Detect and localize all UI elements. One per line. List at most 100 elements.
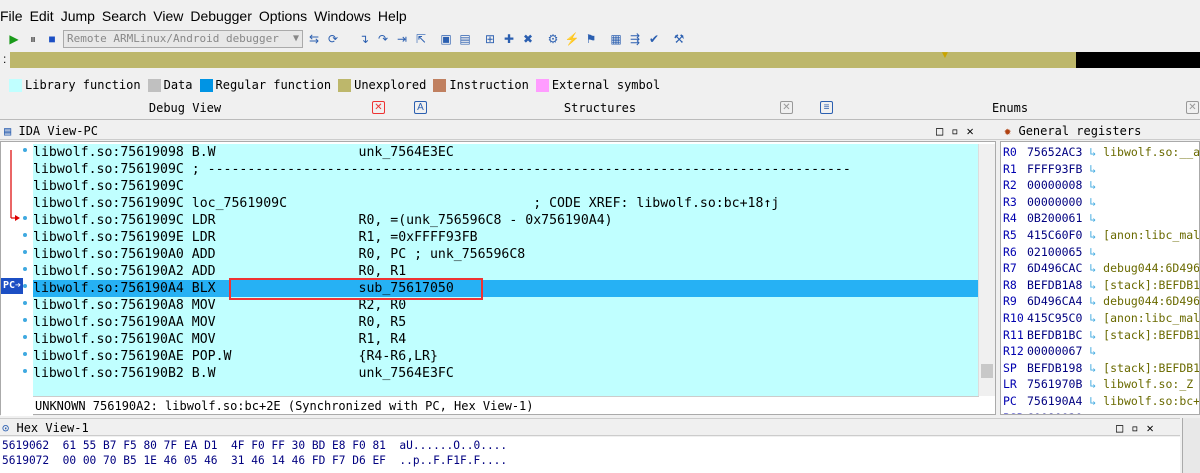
step-out-icon[interactable]: ⇱ [413, 31, 429, 47]
register-value[interactable]: FFFF93FB [1027, 162, 1082, 176]
register-row[interactable]: R9 6D496CA4 ↳ debug044:6D496 [1003, 293, 1199, 310]
code-line-current[interactable]: libwolf.so:756190A4 BLX sub_75617050 [33, 280, 979, 297]
tab-structures[interactable]: Structures [430, 96, 770, 120]
register-value[interactable]: BEFDB1BC [1027, 328, 1082, 342]
register-row[interactable]: R12 00000067 ↳ [1003, 343, 1103, 360]
hex-view-window-controls[interactable]: □▫✕ [1116, 419, 1162, 437]
register-row[interactable]: R5 415C60F0 ↳ [anon:libc_mal [1003, 227, 1199, 244]
code-line[interactable]: libwolf.so:756190AC MOV R1, R4 [33, 331, 979, 348]
registers-panel[interactable]: R0 75652AC3 ↳ libwolf.so:__a R1 FFFF93FB ↳ … [1000, 141, 1200, 415]
register-value[interactable]: 00000067 [1027, 344, 1082, 358]
register-row[interactable]: R4 0B200061 ↳ [1003, 210, 1103, 227]
disassembly-listing[interactable]: libwolf.so:75619098 B.W unk_7564E3EC lib… [33, 144, 979, 396]
register-row[interactable]: R11 BEFDB1BC ↳ [stack]:BEFDB1 [1003, 327, 1199, 344]
code-line[interactable]: libwolf.so:7561909E LDR R1, =0xFFFF93FB [33, 229, 979, 246]
delete-breakpoint-icon[interactable]: ✖ [520, 31, 536, 47]
register-row[interactable]: R6 02100065 ↳ [1003, 244, 1103, 261]
menu-windows[interactable]: Windows [314, 5, 378, 27]
ida-view-tab-icon[interactable]: A [414, 101, 427, 114]
register-value[interactable]: 756190A4 [1027, 394, 1082, 408]
close-icon[interactable]: ✕ [372, 101, 385, 114]
register-row[interactable]: R3 00000000 ↳ [1003, 194, 1103, 211]
breakpoints-icon[interactable]: ⊞ [482, 31, 498, 47]
register-value[interactable]: 75652AC3 [1027, 145, 1082, 159]
register-value[interactable]: 0B200061 [1027, 211, 1082, 225]
code-line[interactable]: libwolf.so:7561909C ; ------------------… [33, 161, 979, 178]
menu-file[interactable]: File [0, 5, 30, 27]
register-value[interactable]: 6D496CAC [1027, 261, 1082, 275]
navigation-band[interactable]: : ▼ [0, 50, 1200, 68]
side-panel-stub[interactable] [1182, 418, 1200, 473]
refresh-icon[interactable]: ⟳ [325, 31, 341, 47]
hex-line[interactable]: 5619072 00 00 70 B5 1E 46 05 46 31 46 14… [2, 454, 507, 468]
close-icon[interactable]: ✕ [780, 101, 793, 114]
code-line[interactable]: libwolf.so:756190A2 ADD R0, R1 [33, 263, 979, 280]
code-line[interactable]: libwolf.so:756190B2 B.W unk_7564E3FC [33, 365, 979, 382]
register-row[interactable]: LR 7561970B ↳ libwolf.so:_Z [1003, 376, 1193, 393]
step-over-icon[interactable]: ↷ [375, 31, 391, 47]
window-icon[interactable]: ▣ [438, 31, 454, 47]
tab-debug-view[interactable]: Debug View [0, 96, 370, 120]
code-line[interactable]: libwolf.so:7561909C [33, 178, 979, 195]
layout-icon[interactable]: ▤ [457, 31, 473, 47]
add-breakpoint-icon[interactable]: ✚ [501, 31, 517, 47]
vertical-scrollbar[interactable] [978, 144, 995, 396]
close-icon[interactable]: ✕ [1186, 101, 1199, 114]
register-value[interactable]: 00000008 [1027, 178, 1082, 192]
hex-view-panel[interactable]: 5619062 61 55 B7 F5 80 7F EA D1 4F F0 FF… [0, 437, 1180, 473]
register-value[interactable]: BEFDB198 [1027, 361, 1082, 375]
code-line[interactable]: libwolf.so:75619098 B.W unk_7564E3EC [33, 144, 979, 161]
stop-icon[interactable]: ■ [44, 31, 60, 47]
tab-enums[interactable]: Enums [840, 96, 1180, 120]
menu-options[interactable]: Options [259, 5, 314, 27]
code-line[interactable]: libwolf.so:756190AA MOV R0, R5 [33, 314, 979, 331]
segments-icon[interactable]: ▦ [608, 31, 624, 47]
code-line[interactable]: libwolf.so:756190A0 ADD R0, PC ; unk_756… [33, 246, 979, 263]
menu-jump[interactable]: Jump [61, 5, 102, 27]
modules-icon[interactable]: ⚡ [564, 31, 580, 47]
pointer-arrow-icon: ↳ [1082, 294, 1104, 309]
trace-icon[interactable]: ⚙ [545, 31, 561, 47]
code-line[interactable]: libwolf.so:756190A8 MOV R2, R0 [33, 297, 979, 314]
check-icon[interactable]: ✔ [646, 31, 662, 47]
enums-tab-icon[interactable]: ≡ [820, 101, 833, 114]
ida-view-panel[interactable]: PC➔ libwolf.so:75619098 B.W unk_7564E3EC… [0, 141, 996, 416]
play-icon[interactable]: ▶ [6, 31, 22, 47]
options-icon[interactable]: ⚒ [671, 31, 687, 47]
menu-edit[interactable]: Edit [30, 5, 61, 27]
calls-icon[interactable]: ⇶ [627, 31, 643, 47]
code-line[interactable]: libwolf.so:756190AE POP.W {R4-R6,LR} [33, 348, 979, 365]
register-value[interactable]: 60080030 [1027, 411, 1082, 414]
register-row[interactable]: R0 75652AC3 ↳ libwolf.so:__a [1003, 144, 1199, 161]
menu-view[interactable]: View [153, 5, 190, 27]
code-line[interactable]: libwolf.so:7561909C LDR R0, =(unk_756596… [33, 212, 979, 229]
register-row[interactable]: R2 00000008 ↳ [1003, 177, 1103, 194]
pause-icon[interactable]: ⏸ [25, 31, 41, 47]
register-row[interactable]: R7 6D496CAC ↳ debug044:6D496 [1003, 260, 1199, 277]
step-into-icon[interactable]: ↴ [356, 31, 372, 47]
register-value[interactable]: 7561970B [1027, 377, 1082, 391]
hex-line[interactable]: 5619062 61 55 B7 F5 80 7F EA D1 4F F0 FF… [2, 439, 507, 453]
register-row[interactable]: PC 756190A4 ↳ libwolf.so:bc+ [1003, 393, 1199, 410]
register-row[interactable]: PSR60080030 ↳ [1003, 410, 1103, 414]
ida-view-window-controls[interactable]: □▫✕ [936, 122, 982, 140]
menu-debugger[interactable]: Debugger [190, 5, 259, 27]
debugger-select[interactable]: Remote ARMLinux/Android debugger ▼ [63, 30, 303, 48]
register-value[interactable]: 415C95C0 [1027, 311, 1082, 325]
scrollbar-thumb[interactable] [981, 364, 993, 378]
attach-icon[interactable]: ⇆ [306, 31, 322, 47]
menu-search[interactable]: Search [102, 5, 153, 27]
run-to-cursor-icon[interactable]: ⇥ [394, 31, 410, 47]
register-row[interactable]: SP BEFDB198 ↳ [stack]:BEFDB1 [1003, 360, 1199, 377]
register-value[interactable]: 6D496CA4 [1027, 294, 1082, 308]
code-line[interactable]: libwolf.so:7561909C loc_7561909C ; CODE … [33, 195, 979, 212]
register-row[interactable]: R8 BEFDB1A8 ↳ [stack]:BEFDB1 [1003, 277, 1199, 294]
register-value[interactable]: 415C60F0 [1027, 228, 1082, 242]
threads-icon[interactable]: ⚑ [583, 31, 599, 47]
register-row[interactable]: R1 FFFF93FB ↳ [1003, 161, 1103, 178]
register-value[interactable]: 02100065 [1027, 245, 1082, 259]
register-row[interactable]: R10 415C95C0 ↳ [anon:libc_mal [1003, 310, 1199, 327]
register-value[interactable]: BEFDB1A8 [1027, 278, 1082, 292]
register-value[interactable]: 00000000 [1027, 195, 1082, 209]
menu-help[interactable]: Help [378, 5, 414, 27]
